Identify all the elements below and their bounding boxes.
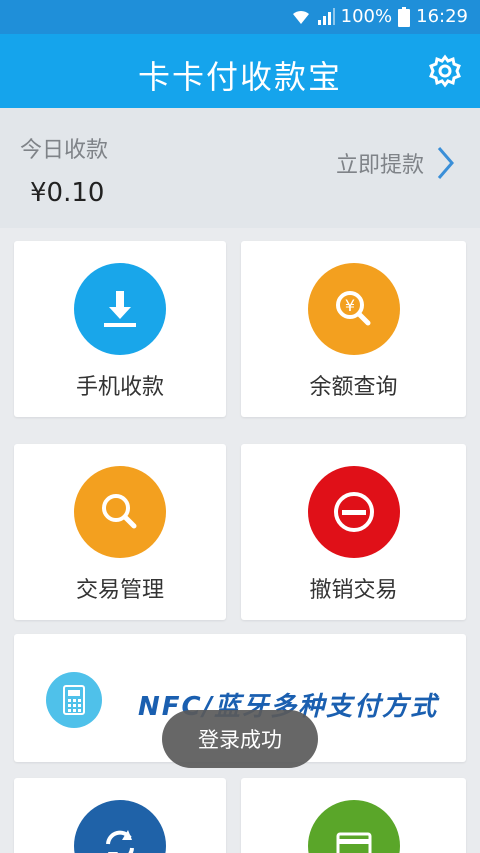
tile-balance-inquiry[interactable]: ¥ 余额查询 xyxy=(241,241,466,417)
today-collection-amount: ¥0.10 xyxy=(30,178,105,208)
tile-card[interactable] xyxy=(241,778,466,853)
status-time: 16:29 xyxy=(416,6,468,27)
status-icons: 100% 16:29 xyxy=(291,6,468,27)
settings-button[interactable] xyxy=(428,54,462,88)
status-bar: 100% 16:29 xyxy=(0,0,480,34)
signal-icon xyxy=(317,7,335,26)
today-summary: 今日收款 ¥0.10 立即提款 xyxy=(0,108,480,228)
withdraw-label: 立即提款 xyxy=(335,153,424,178)
wifi-icon xyxy=(291,8,311,26)
minus-circle-icon xyxy=(307,466,400,558)
card-icon xyxy=(307,800,400,853)
tile-mobile-collection[interactable]: 手机收款 xyxy=(14,241,226,417)
chevron-right-icon xyxy=(437,147,454,179)
tile-label: 交易管理 xyxy=(75,578,164,603)
calculator-icon xyxy=(46,672,102,728)
svg-text:¥: ¥ xyxy=(344,296,354,315)
today-collection-label: 今日收款 xyxy=(20,138,109,163)
tile-transaction-management[interactable]: 交易管理 xyxy=(14,444,226,620)
withdraw-button[interactable]: 立即提款 xyxy=(336,146,454,180)
search-icon xyxy=(74,466,166,558)
download-icon xyxy=(74,263,166,355)
tile-label: 撤销交易 xyxy=(309,578,398,603)
tile-label: 手机收款 xyxy=(75,375,164,400)
yuan-search-icon: ¥ xyxy=(307,263,400,355)
refresh-icon xyxy=(74,800,166,853)
battery-icon xyxy=(398,6,411,27)
login-success-toast: 登录成功 xyxy=(162,710,318,768)
app-title: 卡卡付收款宝 xyxy=(137,58,342,96)
tile-label: 余额查询 xyxy=(309,375,398,400)
battery-percentage: 100% xyxy=(340,6,393,27)
tile-cancel-transaction[interactable]: 撤销交易 xyxy=(241,444,466,620)
app-bar: 卡卡付收款宝 xyxy=(0,34,480,108)
tile-refresh[interactable] xyxy=(14,778,226,853)
gear-icon xyxy=(429,54,461,88)
